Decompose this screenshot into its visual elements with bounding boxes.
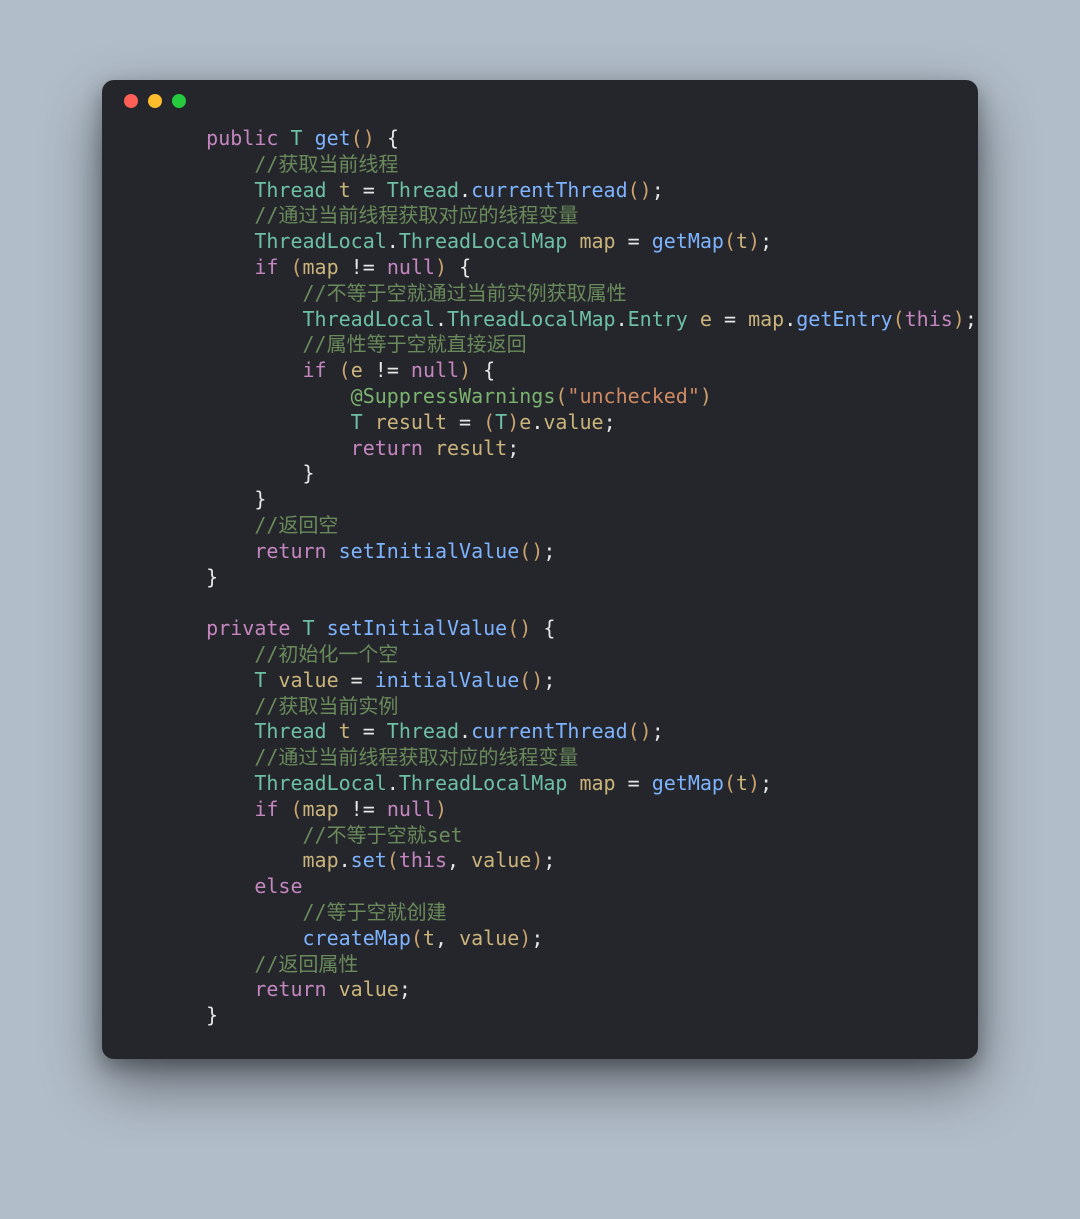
window-titlebar	[102, 80, 978, 122]
zoom-icon[interactable]	[172, 94, 186, 108]
close-icon[interactable]	[124, 94, 138, 108]
minimize-icon[interactable]	[148, 94, 162, 108]
code-block: public T get() { //获取当前线程 Thread t = Thr…	[102, 122, 978, 1059]
code-window: public T get() { //获取当前线程 Thread t = Thr…	[102, 80, 978, 1059]
